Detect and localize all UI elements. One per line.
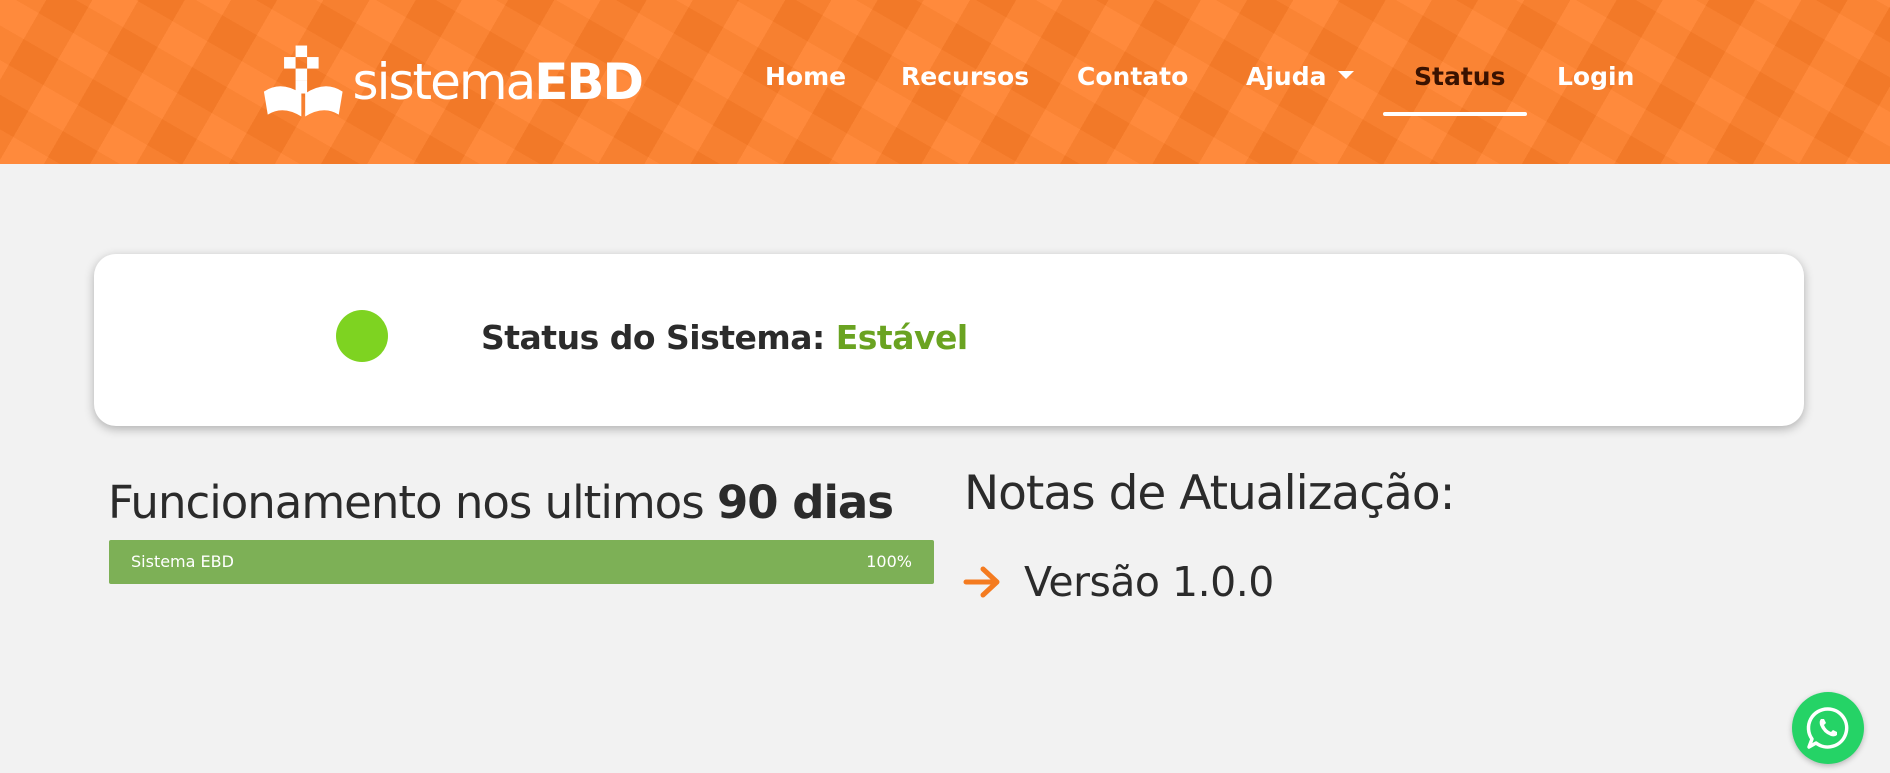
version-label: Versão 1.0.0	[1024, 558, 1274, 606]
logo-text-bold: EBD	[534, 53, 644, 111]
nav-login[interactable]: Login	[1557, 62, 1634, 91]
uptime-title-prefix: Funcionamento nos ultimos	[108, 476, 705, 529]
chevron-down-icon	[1338, 71, 1355, 79]
uptime-bar-label: Sistema EBD	[131, 552, 234, 571]
site-header: sistemaEBD Home Recursos Contato Ajuda S…	[0, 0, 1890, 164]
whatsapp-icon	[1806, 707, 1849, 749]
nav-recursos[interactable]: Recursos	[901, 62, 1029, 91]
uptime-title: Funcionamento nos ultimos 90 dias	[108, 476, 894, 529]
nav-contato[interactable]: Contato	[1077, 62, 1188, 91]
status-value: Estável	[835, 318, 968, 357]
uptime-title-days: 90 dias	[716, 476, 894, 529]
whatsapp-button[interactable]	[1792, 692, 1864, 764]
uptime-bar: Sistema EBD 100%	[109, 540, 934, 584]
nav-status[interactable]: Status	[1414, 62, 1505, 91]
status-indicator-dot	[336, 310, 388, 362]
nav-home[interactable]: Home	[765, 62, 846, 91]
update-notes-title: Notas de Atualização:	[964, 466, 1455, 521]
nav-ajuda[interactable]: Ajuda	[1246, 62, 1355, 91]
status-label: Status do Sistema:	[481, 318, 825, 357]
system-status-text: Status do Sistema: Estável	[481, 318, 968, 357]
version-link[interactable]: Versão 1.0.0	[962, 554, 1274, 610]
logo-text-light: sistema	[352, 53, 537, 111]
book-cross-logo-icon	[263, 45, 343, 117]
system-status-card: Status do Sistema: Estável	[94, 254, 1804, 426]
uptime-bar-percent: 100%	[866, 552, 912, 571]
arrow-right-icon	[963, 566, 1000, 598]
nav-ajuda-label: Ajuda	[1246, 62, 1327, 91]
logo-text: sistemaEBD	[353, 57, 644, 107]
active-nav-underline	[1383, 112, 1527, 116]
logo[interactable]: sistemaEBD	[262, 42, 644, 122]
